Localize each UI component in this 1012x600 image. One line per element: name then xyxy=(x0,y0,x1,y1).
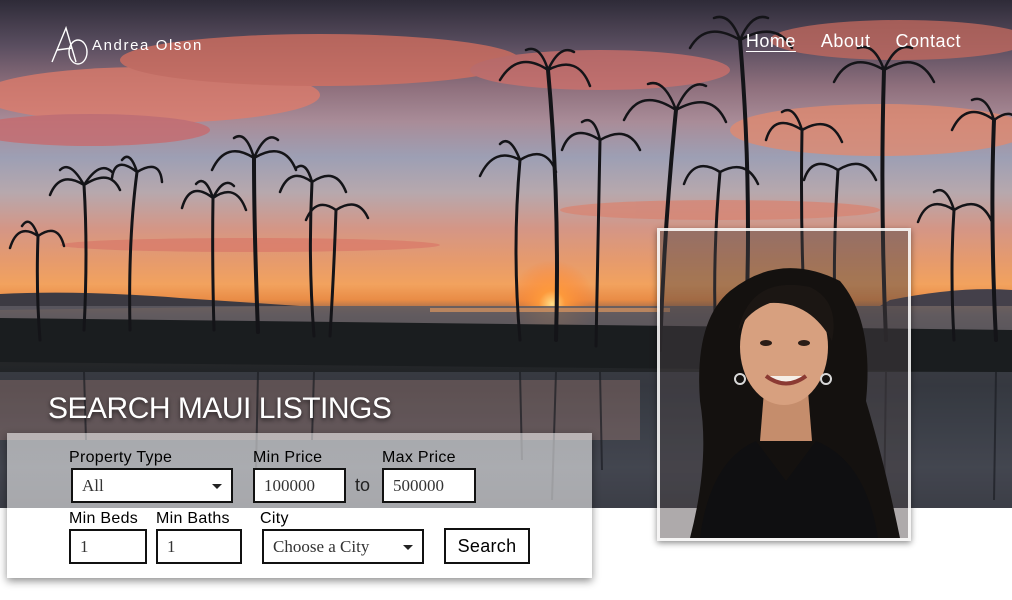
monogram-icon xyxy=(51,25,88,65)
chevron-down-icon xyxy=(403,545,413,550)
agent-portrait xyxy=(660,231,908,538)
min-beds-input[interactable]: 1 xyxy=(69,529,147,564)
search-title: SEARCH MAUI LISTINGS xyxy=(48,392,392,425)
min-baths-value: 1 xyxy=(167,536,176,556)
property-type-select[interactable]: All xyxy=(71,468,233,503)
max-price-value: 500000 xyxy=(393,475,444,495)
brand-logo[interactable]: Andrea Olson xyxy=(46,22,203,68)
agent-photo xyxy=(657,228,911,541)
price-range-separator: to xyxy=(355,475,371,495)
min-price-input[interactable]: 100000 xyxy=(253,468,346,503)
min-baths-input[interactable]: 1 xyxy=(156,529,242,564)
min-price-value: 100000 xyxy=(264,475,315,495)
property-type-label: Property Type xyxy=(69,449,173,466)
nav-home[interactable]: Home xyxy=(746,31,796,52)
min-price-label: Min Price xyxy=(253,449,323,466)
nav-about[interactable]: About xyxy=(821,31,871,52)
main-nav: Home About Contact xyxy=(746,31,961,52)
city-value: Choose a City xyxy=(273,536,370,556)
max-price-input[interactable]: 500000 xyxy=(382,468,476,503)
chevron-down-icon xyxy=(212,484,222,489)
nav-contact[interactable]: Contact xyxy=(895,31,961,52)
city-select[interactable]: Choose a City xyxy=(262,529,424,564)
max-price-label: Max Price xyxy=(382,449,456,466)
min-baths-label: Min Baths xyxy=(156,510,230,527)
min-beds-label: Min Beds xyxy=(69,510,139,527)
brand-name: Andrea Olson xyxy=(92,36,203,54)
city-label: City xyxy=(260,510,289,527)
property-type-value: All xyxy=(82,475,104,495)
min-beds-value: 1 xyxy=(80,536,89,556)
search-button[interactable]: Search xyxy=(444,528,530,564)
